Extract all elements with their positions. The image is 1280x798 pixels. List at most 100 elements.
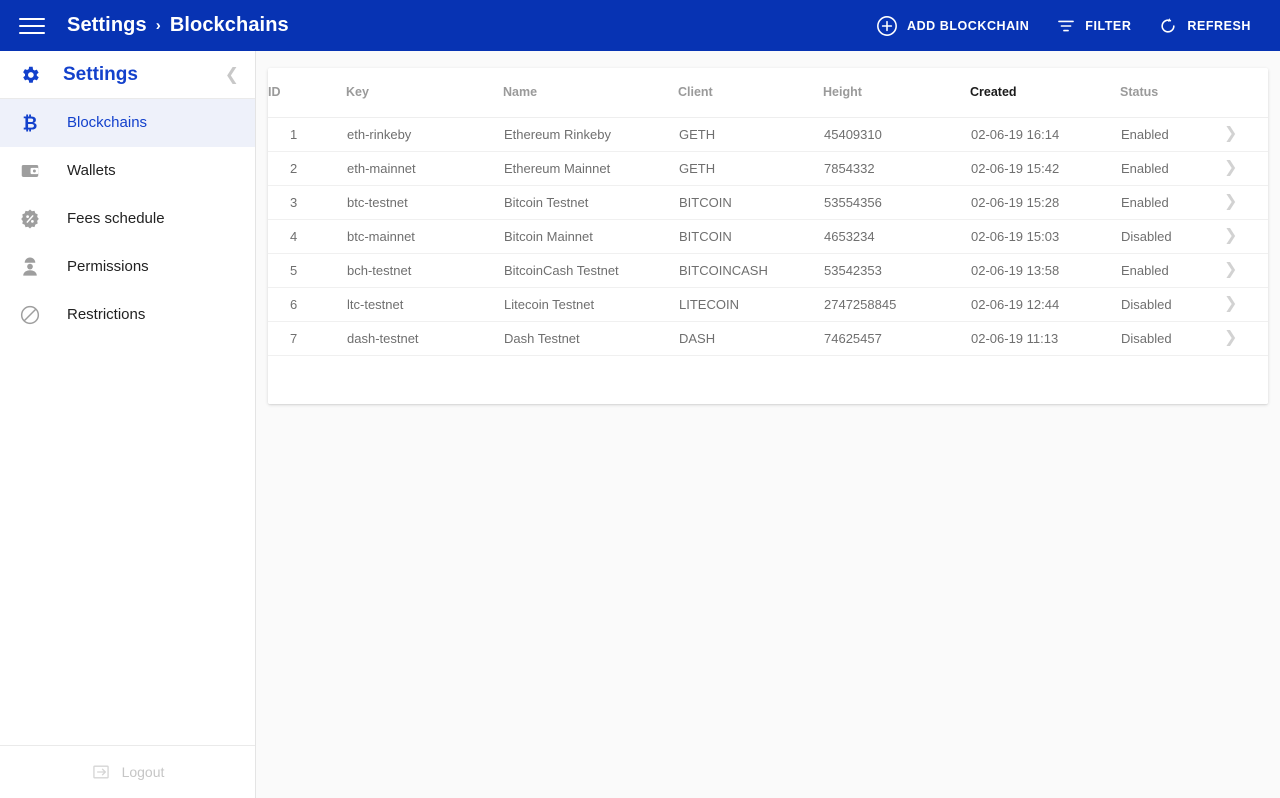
sidebar-item-label: Permissions	[67, 258, 149, 275]
cell-name: Bitcoin Testnet	[503, 185, 678, 220]
table-row[interactable]: 4 btc-mainnet Bitcoin Mainnet BITCOIN 465323…	[268, 219, 1268, 254]
table-card-footer	[268, 355, 1268, 404]
row-detail-cell: ❯	[1220, 151, 1268, 186]
table-row[interactable]: 6 ltc-testnet Litecoin Testnet LITECOIN 2747…	[268, 287, 1268, 322]
cell-client: BITCOIN	[678, 185, 823, 220]
sidebar-item-fees-schedule[interactable]: Fees schedule	[0, 195, 255, 243]
hamburger-bar	[19, 31, 45, 34]
row-detail-cell: ❯	[1220, 321, 1268, 356]
chevron-right-icon[interactable]: ❯	[1224, 228, 1237, 244]
main-content: ID Key Name Client Height Created Status…	[256, 51, 1280, 798]
add-blockchain-button[interactable]: ADD BLOCKCHAIN	[867, 8, 1038, 44]
breadcrumb-parent[interactable]: Settings	[67, 14, 147, 37]
column-header-height[interactable]: Height	[823, 68, 970, 118]
cell-id: 4	[268, 219, 346, 254]
logout-button[interactable]: Logout	[0, 745, 255, 798]
table-header-row: ID Key Name Client Height Created Status	[268, 68, 1268, 118]
column-header-id[interactable]: ID	[268, 68, 346, 118]
cell-id: 6	[268, 287, 346, 322]
bitcoin-icon: ₿	[19, 112, 45, 134]
chevron-right-icon[interactable]: ❯	[1224, 262, 1237, 278]
cell-client: LITECOIN	[678, 287, 823, 322]
table-row[interactable]: 3 btc-testnet Bitcoin Testnet BITCOIN 535543…	[268, 185, 1268, 220]
status-badge: Enabled	[1120, 253, 1220, 288]
table-row[interactable]: 5 bch-testnet BitcoinCash Testnet BITCOINCA…	[268, 253, 1268, 288]
sidebar-item-restrictions[interactable]: Restrictions	[0, 291, 255, 339]
cell-created: 02-06-19 15:28	[970, 185, 1120, 220]
cell-created: 02-06-19 16:14	[970, 117, 1120, 152]
cell-height: 74625457	[823, 321, 970, 356]
row-detail-cell: ❯	[1220, 253, 1268, 288]
cell-id: 7	[268, 321, 346, 356]
cell-created: 02-06-19 15:42	[970, 151, 1120, 186]
chevron-right-icon[interactable]: ❯	[1224, 126, 1237, 142]
status-badge: Enabled	[1120, 185, 1220, 220]
blockchains-table-card: ID Key Name Client Height Created Status…	[268, 68, 1268, 404]
percent-badge-icon	[19, 208, 45, 230]
block-circle-icon	[19, 304, 45, 326]
column-header-client[interactable]: Client	[678, 68, 823, 118]
sidebar-item-label: Wallets	[67, 162, 116, 179]
filter-label: FILTER	[1085, 18, 1132, 33]
sidebar-item-wallets[interactable]: Wallets	[0, 147, 255, 195]
chevron-right-icon[interactable]: ❯	[1224, 296, 1237, 312]
chevron-right-icon: ›	[155, 17, 161, 34]
cell-name: Ethereum Rinkeby	[503, 117, 678, 152]
gear-icon	[19, 64, 41, 86]
sidebar-nav: ₿ Blockchains Wallets Fees schedule Perm…	[0, 99, 255, 339]
breadcrumb: Settings › Blockchains	[67, 14, 289, 37]
filter-icon	[1056, 16, 1076, 36]
svg-text:₿: ₿	[23, 112, 38, 133]
top-app-bar: Settings › Blockchains ADD BLOCKCHAIN FI…	[0, 0, 1280, 51]
cell-client: BITCOINCASH	[678, 253, 823, 288]
sidebar-header: Settings ❮	[0, 51, 255, 99]
filter-button[interactable]: FILTER	[1047, 8, 1140, 44]
column-header-key[interactable]: Key	[346, 68, 503, 118]
row-detail-cell: ❯	[1220, 219, 1268, 254]
table-row[interactable]: 7 dash-testnet Dash Testnet DASH 74625457 02-…	[268, 321, 1268, 356]
table-row[interactable]: 1 eth-rinkeby Ethereum Rinkeby GETH 45409310…	[268, 117, 1268, 152]
cell-height: 45409310	[823, 117, 970, 152]
cell-height: 2747258845	[823, 287, 970, 322]
refresh-icon	[1158, 16, 1178, 36]
cell-id: 5	[268, 253, 346, 288]
column-header-name[interactable]: Name	[503, 68, 678, 118]
refresh-button[interactable]: REFRESH	[1149, 8, 1260, 44]
sidebar-title: Settings	[63, 63, 138, 85]
hamburger-bar	[19, 24, 45, 27]
menu-icon[interactable]	[19, 16, 45, 36]
cell-created: 02-06-19 12:44	[970, 287, 1120, 322]
table-head: ID Key Name Client Height Created Status	[268, 68, 1268, 118]
column-header-status[interactable]: Status	[1120, 68, 1220, 118]
cell-name: Ethereum Mainnet	[503, 151, 678, 186]
logout-icon	[91, 762, 111, 782]
wallet-icon	[19, 160, 45, 182]
logout-label: Logout	[121, 764, 165, 780]
sidebar-item-permissions[interactable]: Permissions	[0, 243, 255, 291]
status-badge: Disabled	[1120, 219, 1220, 254]
column-header-actions	[1220, 68, 1268, 118]
cell-key: btc-mainnet	[346, 219, 503, 254]
cell-id: 2	[268, 151, 346, 186]
chevron-right-icon[interactable]: ❯	[1224, 194, 1237, 210]
table-row[interactable]: 2 eth-mainnet Ethereum Mainnet GETH 7854332 0…	[268, 151, 1268, 186]
sidebar-collapse-button[interactable]: ❮	[223, 62, 241, 87]
cell-key: eth-mainnet	[346, 151, 503, 186]
breadcrumb-current[interactable]: Blockchains	[170, 14, 289, 37]
sidebar-item-blockchains[interactable]: ₿ Blockchains	[0, 99, 255, 147]
chevron-right-icon[interactable]: ❯	[1224, 160, 1237, 176]
plus-circle-icon	[876, 15, 898, 37]
hamburger-bar	[19, 17, 45, 20]
cell-height: 7854332	[823, 151, 970, 186]
cell-height: 53542353	[823, 253, 970, 288]
cell-height: 53554356	[823, 185, 970, 220]
cell-id: 1	[268, 117, 346, 152]
cell-id: 3	[268, 185, 346, 220]
column-header-created[interactable]: Created	[970, 68, 1120, 118]
user-hardhat-icon	[19, 256, 45, 278]
chevron-right-icon[interactable]: ❯	[1224, 330, 1237, 346]
cell-created: 02-06-19 11:13	[970, 321, 1120, 356]
sidebar: Settings ❮ ₿ Blockchains Wallets Fees sc…	[0, 51, 256, 798]
app-root: Settings › Blockchains ADD BLOCKCHAIN FI…	[0, 0, 1280, 798]
